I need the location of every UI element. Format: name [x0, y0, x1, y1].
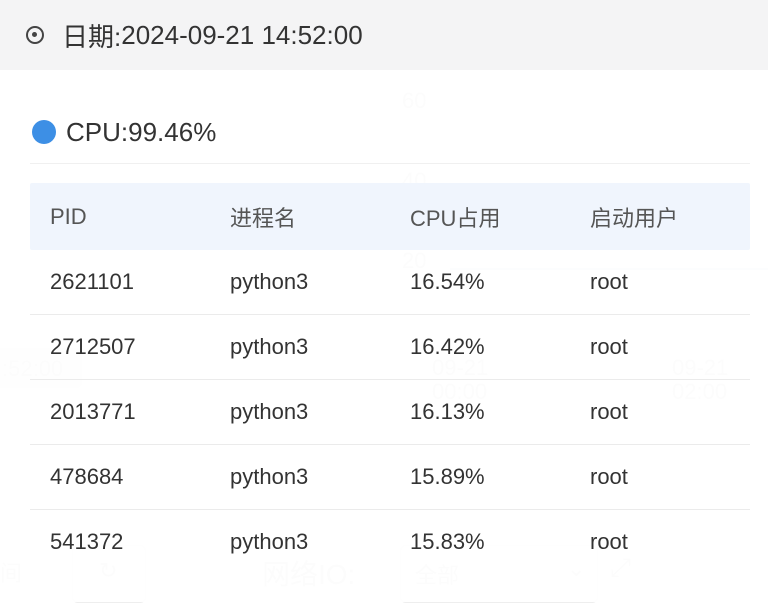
table-row: 2712507 python3 16.42% root [30, 315, 750, 380]
cpu-usage-cell: 15.89% [410, 464, 485, 489]
column-header-user: 启动用户 [590, 205, 679, 231]
divider [30, 163, 750, 164]
tooltip-header: 日期: 2024-09-21 14:52:00 [0, 0, 768, 70]
process-name-cell: python3 [230, 399, 309, 424]
cpu-label: CPU: [66, 116, 129, 147]
cpu-summary: CPU: 99.46% [32, 112, 216, 152]
table-row: 541372 python3 15.83% root [30, 510, 750, 574]
cpu-value: 99.46% [128, 116, 217, 147]
series-color-dot [32, 120, 56, 144]
process-name-cell: python3 [230, 529, 309, 554]
user-cell: root [590, 464, 628, 489]
cpu-usage-cell: 16.42% [410, 334, 485, 359]
column-header-process-name: 进程名 [230, 205, 297, 231]
user-cell: root [590, 269, 628, 294]
cpu-usage-cell: 16.13% [410, 399, 485, 424]
user-cell: root [590, 529, 628, 554]
date-value: 2024-09-21 14:52:00 [121, 19, 363, 50]
user-cell: root [590, 334, 628, 359]
table-row: 2013771 python3 16.13% root [30, 380, 750, 445]
cpu-usage-cell: 15.83% [410, 529, 485, 554]
table-header: PID 进程名 CPU占用 启动用户 [30, 183, 750, 250]
chart-tooltip: 日期: 2024-09-21 14:52:00 CPU: 99.46% PID … [0, 0, 768, 602]
table-row: 478684 python3 15.89% root [30, 445, 750, 510]
process-name-cell: python3 [230, 334, 309, 359]
pid-cell: 2712507 [50, 334, 136, 359]
process-table: PID 进程名 CPU占用 启动用户 2621101 python3 16.54… [30, 183, 750, 574]
cpu-usage-cell: 16.54% [410, 269, 485, 294]
process-name-cell: python3 [230, 269, 309, 294]
user-cell: root [590, 399, 628, 424]
pid-cell: 478684 [50, 464, 124, 489]
process-name-cell: python3 [230, 464, 309, 489]
clock-icon [26, 26, 44, 44]
column-header-pid: PID [50, 203, 87, 229]
date-label: 日期: [62, 21, 122, 52]
column-header-cpu-usage: CPU占用 [410, 205, 501, 231]
table-row: 2621101 python3 16.54% root [30, 250, 750, 315]
pid-cell: 541372 [50, 529, 124, 554]
pid-cell: 2013771 [50, 399, 136, 424]
pid-cell: 2621101 [50, 269, 135, 294]
